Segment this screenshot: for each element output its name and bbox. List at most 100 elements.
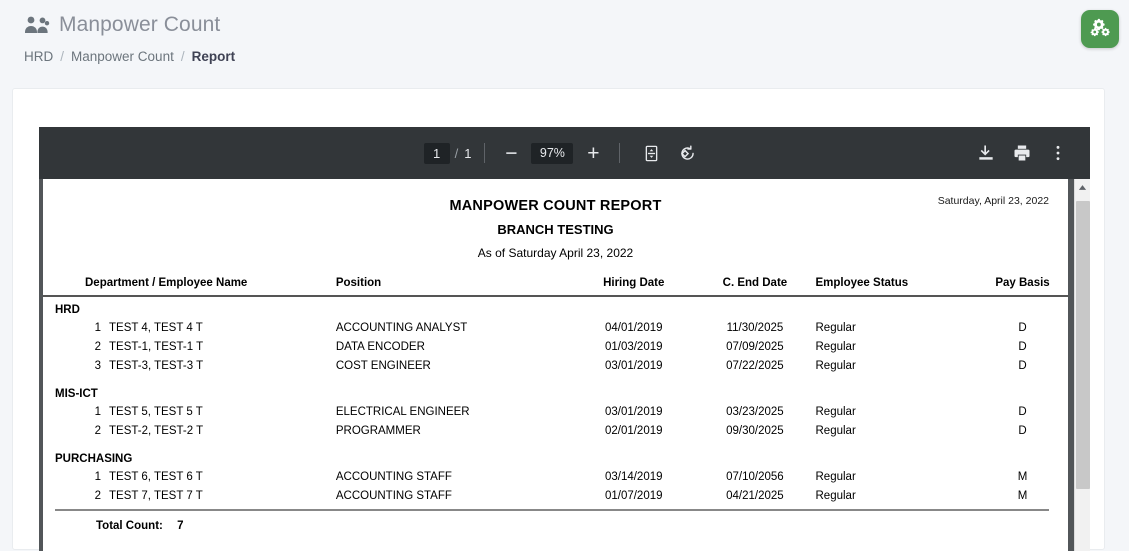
employee-name-cell: 2 TEST 7, TEST 7 T <box>43 486 336 505</box>
hamburger-menu-icon[interactable] <box>60 143 86 163</box>
page-title-row: Manpower Count <box>24 10 1105 40</box>
employee-name: TEST-1, TEST-1 T <box>109 340 204 353</box>
table-row: 2 TEST-2, TEST-2 T PROGRAMMER 02/01/2019 09/… <box>43 421 1068 440</box>
position-cell: ACCOUNTING STAFF <box>335 489 452 502</box>
employee-name: TEST 7, TEST 7 T <box>109 489 203 502</box>
breadcrumb-separator: / <box>60 49 65 64</box>
table-header-row: Department / Employee Name Position Hiri… <box>43 277 1068 297</box>
end-date-cell: 07/10/2056 <box>726 470 784 483</box>
pdf-scroll-area: Saturday, April 23, 2022 MANPOWER COUNT … <box>39 179 1090 551</box>
hiring-date-cell: 01/03/2019 <box>604 340 663 353</box>
pdf-toolbar-center-controls: 1 / 1 − 97% + <box>39 138 1090 168</box>
employee-name: TEST-3, TEST-3 T <box>109 359 204 372</box>
column-header-position: Position <box>335 277 574 297</box>
hiring-date-cell: 04/01/2019 <box>604 321 663 334</box>
document-subtitle: BRANCH TESTING <box>497 222 614 237</box>
end-date-cell: 04/21/2025 <box>726 489 784 502</box>
hiring-date-cell: 03/01/2019 <box>604 405 663 418</box>
table-row: 2 TEST-1, TEST-1 T DATA ENCODER 01/03/2019 0… <box>43 337 1068 356</box>
hiring-date-cell: 01/07/2019 <box>604 489 663 502</box>
document-title: MANPOWER COUNT REPORT <box>449 198 662 214</box>
settings-gears-button[interactable] <box>1081 10 1119 48</box>
content-card: 1 / 1 − 97% + Saturday, April 23, 2022 M… <box>12 88 1105 551</box>
breadcrumb-separator: / <box>180 49 185 64</box>
employee-name-cell: 3 TEST-3, TEST-3 T <box>43 356 336 375</box>
page-title: Manpower Count <box>59 13 221 36</box>
position-cell: DATA ENCODER <box>335 340 425 353</box>
total-count-value: 7 <box>177 520 184 532</box>
row-number: 1 <box>94 321 101 334</box>
page-number-input[interactable]: 1 <box>423 142 450 164</box>
breadcrumb-item-report: Report <box>191 49 236 64</box>
fit-to-page-icon[interactable] <box>636 138 666 168</box>
hiring-date-cell: 03/14/2019 <box>604 470 663 483</box>
employee-name: TEST-2, TEST-2 T <box>109 424 204 437</box>
pdf-viewer: 1 / 1 − 97% + Saturday, April 23, 2022 M… <box>39 127 1090 551</box>
document-as-of-date: As of Saturday April 23, 2022 <box>477 246 634 260</box>
employee-name: TEST 4, TEST 4 T <box>109 321 203 334</box>
department-name: HRD <box>55 304 80 316</box>
row-number: 2 <box>94 424 101 437</box>
table-body: HRD 1 TEST 4, TEST 4 T ACCOUNTING ANALYST 04… <box>43 296 1068 505</box>
pay-basis-cell: D <box>1018 321 1027 334</box>
position-cell: ELECTRICAL ENGINEER <box>335 405 470 418</box>
table-row: 2 TEST 7, TEST 7 T ACCOUNTING STAFF 01/07/2… <box>43 486 1068 505</box>
end-date-cell: 07/09/2025 <box>726 340 784 353</box>
employee-status-cell: Regular <box>815 489 856 502</box>
scroll-up-arrow-icon[interactable] <box>1075 179 1090 195</box>
hiring-date-cell: 03/01/2019 <box>604 359 663 372</box>
total-count-label: Total Count: <box>96 520 163 532</box>
manpower-report-table: Department / Employee Name Position Hiri… <box>43 277 1068 505</box>
employee-name-cell: 1 TEST 5, TEST 5 T <box>43 402 336 421</box>
zoom-level-display[interactable]: 97% <box>531 142 574 164</box>
pdf-toolbar: 1 / 1 − 97% + <box>39 127 1090 179</box>
column-header-employee-status: Employee Status <box>815 277 978 297</box>
pdf-vertical-scrollbar[interactable] <box>1074 179 1090 551</box>
column-header-department-employee-name: Department / Employee Name <box>43 277 336 297</box>
end-date-cell: 03/23/2025 <box>726 405 784 418</box>
breadcrumb: HRD / Manpower Count / Report <box>24 49 1105 74</box>
rotate-icon[interactable] <box>672 138 702 168</box>
pay-basis-cell: M <box>1017 489 1028 502</box>
employee-status-cell: Regular <box>815 470 856 483</box>
page-count: 1 <box>464 145 472 161</box>
employee-status-cell: Regular <box>815 405 856 418</box>
employee-name-cell: 1 TEST 6, TEST 6 T <box>43 467 336 486</box>
table-row: 1 TEST 6, TEST 6 T ACCOUNTING STAFF 03/14/2… <box>43 467 1068 486</box>
employee-status-cell: Regular <box>815 321 856 334</box>
total-count-row: Total Count: 7 <box>43 511 1068 532</box>
department-name: MIS-ICT <box>55 388 98 400</box>
gears-icon <box>1090 17 1110 42</box>
breadcrumb-item-manpower-count[interactable]: Manpower Count <box>71 49 174 64</box>
column-header-c-end-date: C. End Date <box>694 277 816 297</box>
app-header: Manpower Count HRD / Manpower Count / Re… <box>0 0 1129 74</box>
column-header-pay-basis: Pay Basis <box>977 277 1068 297</box>
department-header-row: HRD <box>43 296 1068 318</box>
pay-basis-cell: D <box>1018 359 1027 372</box>
print-icon[interactable] <box>1012 143 1032 163</box>
table-header: Department / Employee Name Position Hiri… <box>43 277 1068 297</box>
position-cell: PROGRAMMER <box>335 424 421 437</box>
toolbar-divider <box>484 143 486 163</box>
department-name: PURCHASING <box>55 453 133 465</box>
table-row: 3 TEST-3, TEST-3 T COST ENGINEER 03/01/2019… <box>43 356 1068 375</box>
more-options-icon[interactable] <box>1048 143 1068 163</box>
zoom-in-button[interactable]: + <box>580 140 606 166</box>
pdf-toolbar-right-controls <box>976 143 1090 163</box>
breadcrumb-item-hrd[interactable]: HRD <box>24 49 53 64</box>
page-separator: / <box>454 145 459 161</box>
pay-basis-cell: M <box>1017 470 1028 483</box>
table-row: 1 TEST 4, TEST 4 T ACCOUNTING ANALYST 04/01… <box>43 318 1068 337</box>
zoom-out-button[interactable]: − <box>498 140 524 166</box>
hiring-date-cell: 02/01/2019 <box>604 424 663 437</box>
employee-status-cell: Regular <box>815 359 856 372</box>
toolbar-divider <box>619 143 621 163</box>
department-header-row: MIS-ICT <box>43 381 1068 402</box>
employee-name: TEST 5, TEST 5 T <box>109 405 203 418</box>
table-row: 1 TEST 5, TEST 5 T ELECTRICAL ENGINEER 03/0… <box>43 402 1068 421</box>
download-icon[interactable] <box>976 143 996 163</box>
scrollbar-thumb[interactable] <box>1076 201 1090 489</box>
pay-basis-cell: D <box>1018 405 1027 418</box>
row-number: 2 <box>94 489 101 502</box>
end-date-cell: 09/30/2025 <box>726 424 784 437</box>
